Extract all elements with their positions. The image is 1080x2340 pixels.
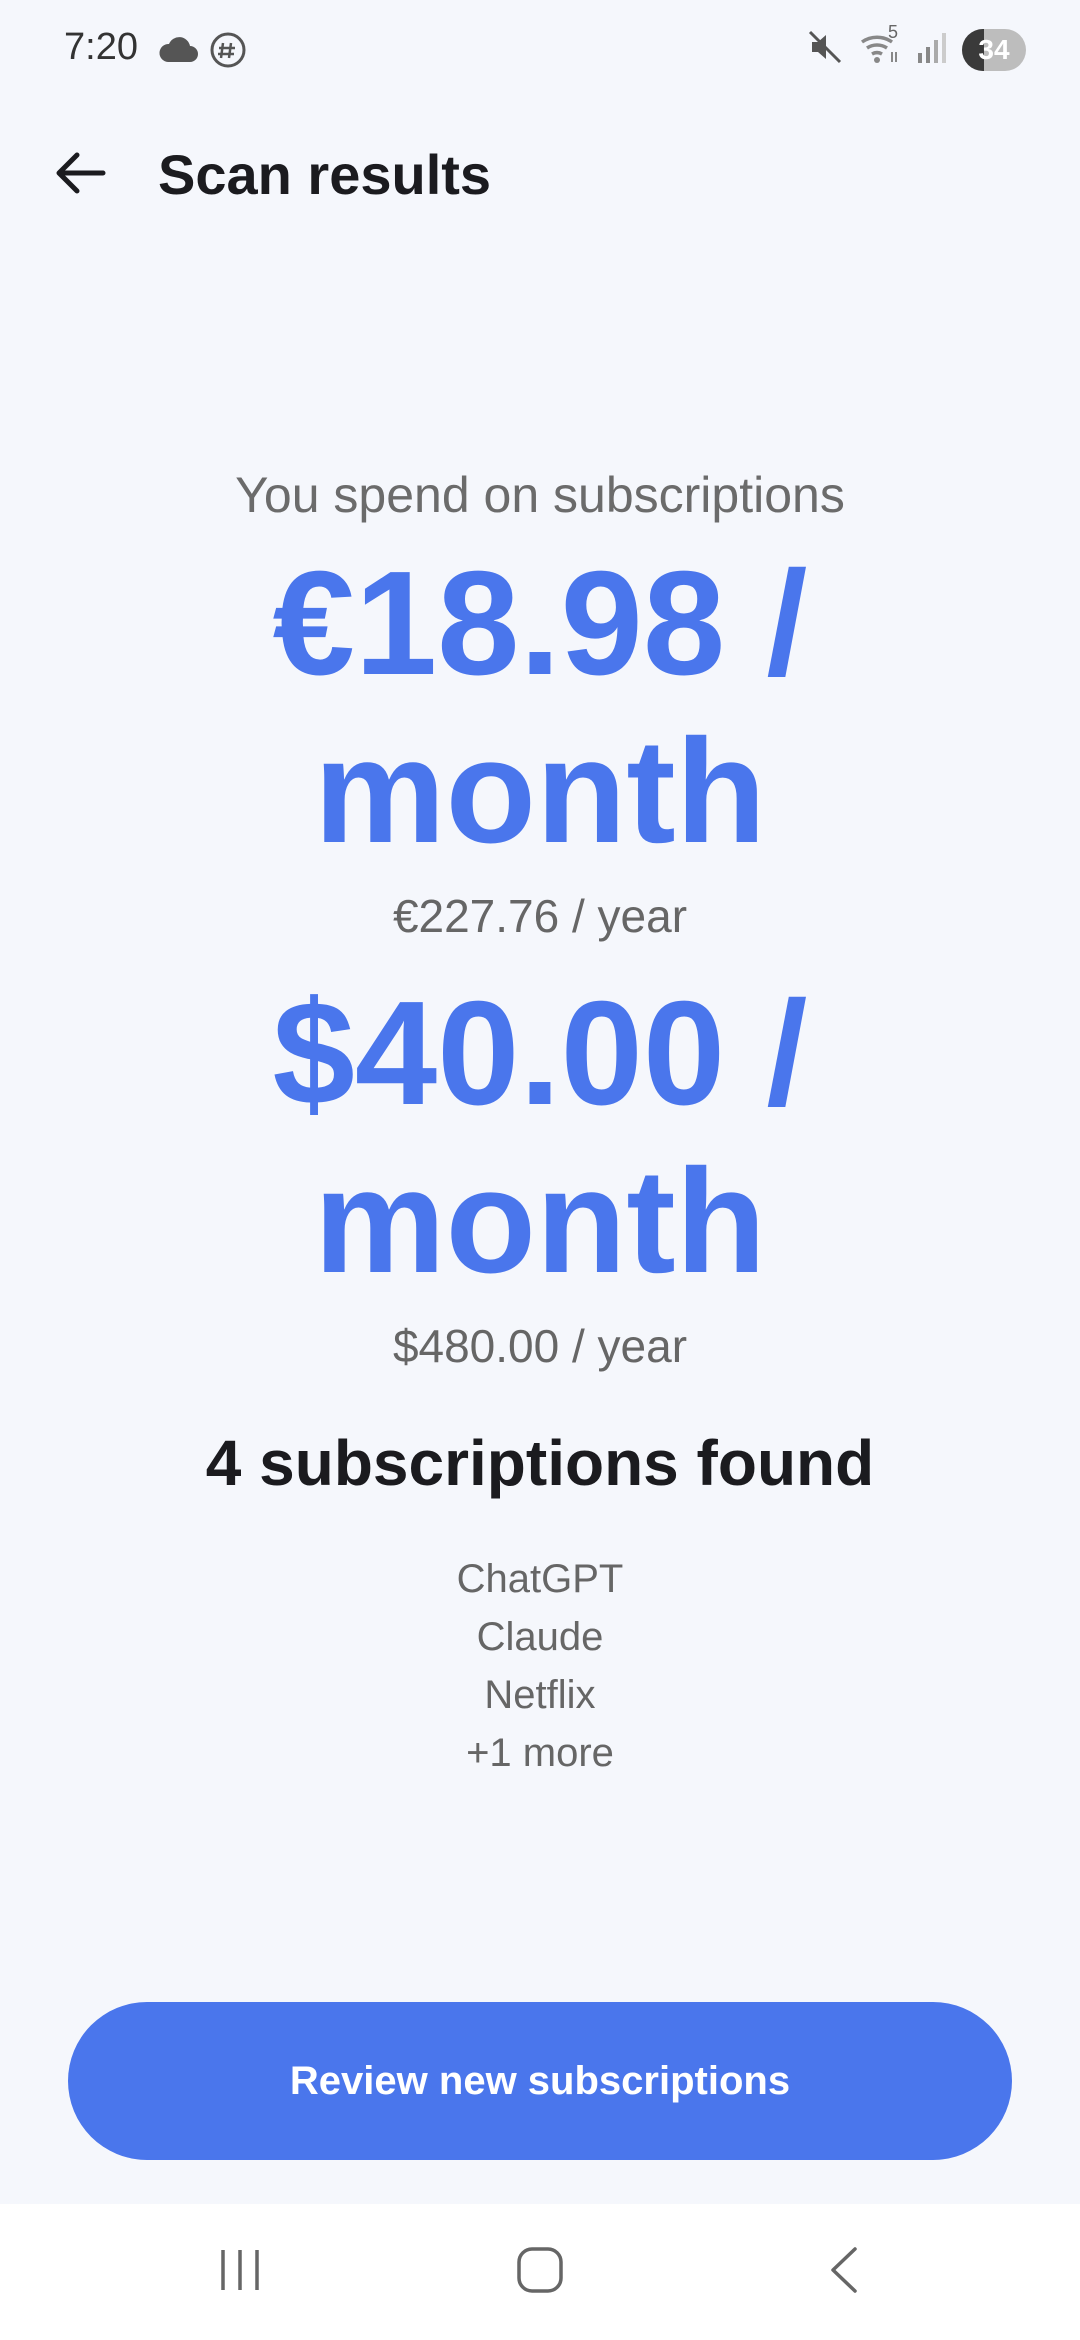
list-item: ChatGPT	[456, 1557, 624, 1601]
review-subscriptions-button[interactable]: Review new subscriptions	[68, 2002, 1012, 2160]
back-nav-button[interactable]	[804, 2240, 884, 2304]
arrow-left-icon	[53, 150, 107, 201]
wifi-badge: 5	[888, 22, 899, 42]
home-button[interactable]	[500, 2240, 580, 2304]
list-item: Claude	[476, 1615, 604, 1659]
back-icon	[827, 2246, 861, 2299]
recents-icon	[217, 2248, 263, 2297]
list-item: Netflix	[484, 1673, 596, 1717]
cloud-icon	[158, 36, 198, 69]
battery-indicator: 34	[962, 28, 1026, 71]
mute-icon	[806, 28, 844, 71]
monthly-amount: €18.98 / month	[272, 541, 808, 874]
page-title: Scan results	[158, 143, 492, 206]
recents-button[interactable]	[200, 2240, 280, 2304]
subscriptions-found-title: 4 subscriptions found	[205, 1427, 875, 1499]
list-item: +1 more	[466, 1731, 614, 1775]
status-right-icons: 5 34	[806, 22, 1026, 71]
home-icon	[516, 2246, 564, 2299]
signal-icon	[916, 29, 948, 70]
yearly-amount: €227.76 / year	[392, 890, 688, 942]
wifi-icon: 5	[858, 22, 902, 71]
amount-block-usd: $40.00 / month $480.00 / year	[0, 970, 1080, 1386]
status-left-icons	[158, 30, 248, 75]
status-time: 7:20	[64, 26, 138, 68]
yearly-amount: $480.00 / year	[392, 1320, 688, 1372]
system-nav-bar	[0, 2204, 1080, 2340]
subscription-list: ChatGPT Claude Netflix +1 more	[0, 1550, 1080, 1782]
monthly-amount: $40.00 / month	[272, 971, 808, 1304]
spend-summary: You spend on subscriptions €18.98 / mont…	[0, 450, 1080, 1798]
status-bar: 7:20 5 34	[0, 0, 1080, 100]
amount-block-eur: €18.98 / month €227.76 / year	[0, 540, 1080, 956]
battery-level: 34	[978, 33, 1010, 65]
vpn-icon	[208, 30, 248, 75]
app-bar: Scan results	[0, 120, 1080, 230]
back-button[interactable]	[40, 140, 120, 210]
spend-label: You spend on subscriptions	[235, 467, 845, 523]
